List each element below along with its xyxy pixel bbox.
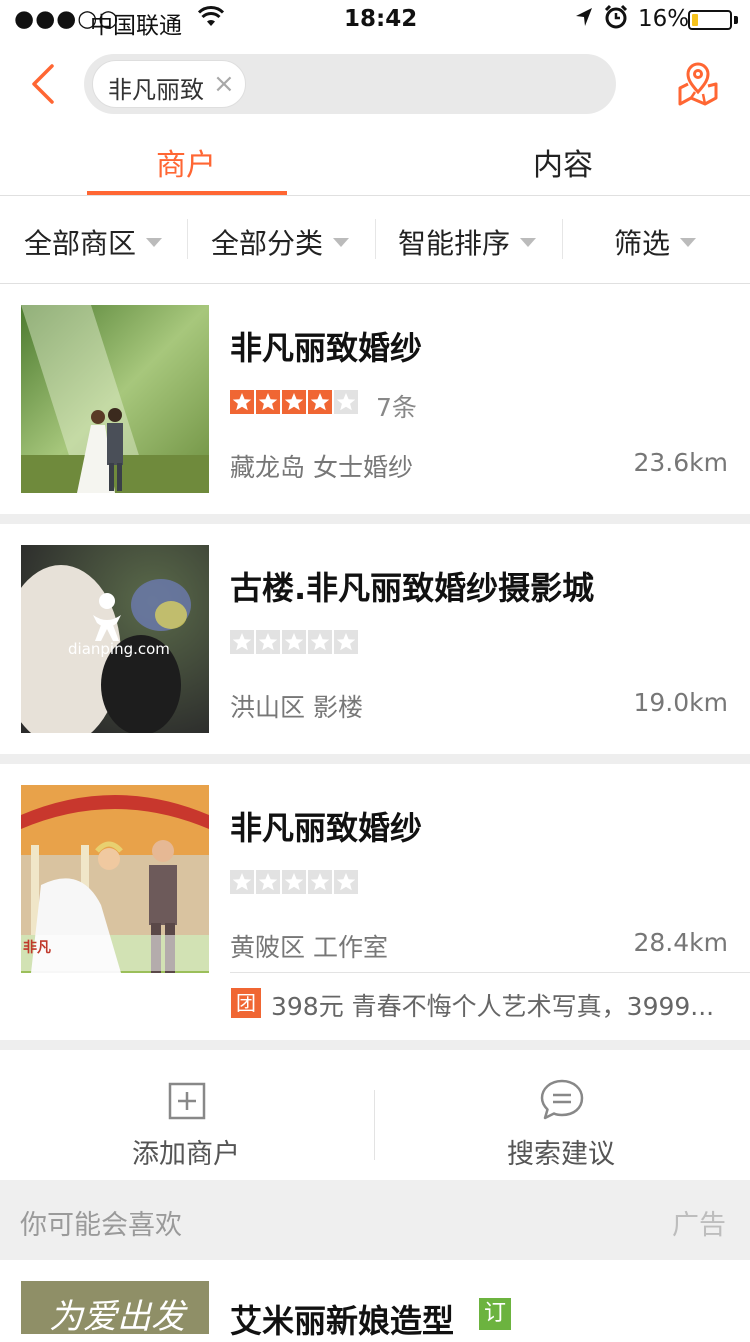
star-empty-icon: [308, 630, 332, 654]
clock: 18:42: [344, 6, 418, 32]
carrier-name: 中国联通: [90, 13, 182, 39]
search-keyword: 非凡丽致: [108, 76, 204, 104]
caret-down-icon: [333, 237, 350, 247]
star-rating: [230, 630, 360, 654]
star-filled-icon: [256, 390, 280, 414]
search-suggestion-label: 搜索建议: [507, 1139, 615, 1170]
star-empty-icon: [334, 630, 358, 654]
divider: [375, 219, 376, 259]
section-gap: [0, 514, 750, 524]
search-suggestion-button[interactable]: 搜索建议: [375, 1050, 750, 1180]
star-filled-icon: [282, 390, 306, 414]
shop-distance: 28.4km: [633, 928, 729, 957]
shop-distance: 23.6km: [633, 448, 729, 477]
section-gap: [0, 754, 750, 764]
shop-name: 古楼.非凡丽致婚纱摄影城: [230, 569, 595, 607]
map-button[interactable]: [676, 60, 720, 108]
status-bar: ●●●○○ 中国联通 18:42 16%: [0, 0, 750, 40]
recommend-thumbnail: 为爱出发: [21, 1281, 209, 1334]
search-keyword-chip[interactable]: 非凡丽致 ×: [92, 60, 246, 108]
star-filled-icon: [230, 390, 254, 414]
shop-location: 藏龙岛 女士婚纱: [230, 453, 413, 482]
chevron-left-icon: [32, 64, 54, 104]
map-pin-icon: [678, 62, 718, 106]
star-empty-icon: [282, 630, 306, 654]
thumbnail-brand-text: 非凡: [23, 940, 51, 956]
add-shop-label: 添加商户: [132, 1139, 240, 1170]
filter-category-label: 全部分类: [211, 227, 324, 260]
star-empty-icon: [256, 870, 280, 894]
filter-more[interactable]: 筛选: [614, 222, 697, 262]
filter-sort[interactable]: 智能排序: [398, 222, 537, 262]
filter-more-label: 筛选: [614, 227, 671, 260]
group-deal-text[interactable]: 398元 青春不悔个人艺术写真，3999...: [271, 987, 721, 1023]
caret-down-icon: [680, 237, 697, 247]
thumbnail-watermark: dianping.com: [68, 640, 170, 658]
shop-thumbnail: [21, 305, 209, 493]
booking-badge: 订: [479, 1298, 511, 1330]
divider: [562, 219, 563, 259]
battery-icon: [688, 10, 732, 30]
battery-tip: [734, 16, 738, 24]
filter-category[interactable]: 全部分类: [211, 222, 350, 262]
ad-label: 广告: [672, 1210, 726, 1241]
alarm-icon: [604, 4, 628, 36]
star-empty-icon: [282, 870, 306, 894]
star-empty-icon: [334, 870, 358, 894]
shop-thumbnail: 非凡: [21, 785, 209, 973]
filter-sort-label: 智能排序: [398, 227, 511, 260]
divider: [0, 195, 750, 196]
divider: [187, 219, 188, 259]
filter-area-label: 全部商区: [24, 227, 137, 260]
wifi-icon: [197, 6, 225, 34]
shop-distance: 19.0km: [633, 688, 729, 717]
shop-name: 非凡丽致婚纱: [230, 329, 423, 367]
group-deal-badge: 团: [231, 988, 261, 1018]
star-rating: [230, 390, 360, 414]
star-empty-icon: [230, 870, 254, 894]
recommend-title: 你可能会喜欢: [20, 1210, 182, 1241]
recommend-shop-name: 艾米丽新娘造型: [230, 1302, 455, 1340]
star-empty-icon: [334, 390, 358, 414]
star-rating: [230, 870, 360, 894]
shop-name: 非凡丽致婚纱: [230, 809, 423, 847]
shop-location: 黄陂区 工作室: [230, 933, 388, 962]
shop-thumbnail: dianping.com: [21, 545, 209, 733]
caret-down-icon: [520, 237, 537, 247]
tab-merchants[interactable]: 商户: [156, 140, 216, 184]
star-empty-icon: [256, 630, 280, 654]
back-button[interactable]: [24, 60, 64, 108]
star-empty-icon: [230, 630, 254, 654]
star-filled-icon: [308, 390, 332, 414]
location-arrow-icon: [574, 6, 594, 34]
add-shop-button[interactable]: 添加商户: [0, 1050, 374, 1180]
plus-square-icon: [168, 1082, 206, 1120]
caret-down-icon: [146, 237, 163, 247]
thumbnail-text: 为爱出发: [49, 1297, 185, 1334]
shop-location: 洪山区 影楼: [230, 693, 363, 722]
section-gap: [0, 1040, 750, 1050]
divider: [230, 972, 750, 973]
tab-content[interactable]: 内容: [533, 140, 593, 184]
review-count: 7条: [376, 393, 417, 422]
filter-area[interactable]: 全部商区: [24, 222, 163, 262]
battery-percent: 16%: [638, 6, 690, 32]
star-empty-icon: [308, 870, 332, 894]
chat-bubble-icon: [540, 1079, 584, 1120]
clear-keyword-icon[interactable]: ×: [213, 69, 235, 99]
